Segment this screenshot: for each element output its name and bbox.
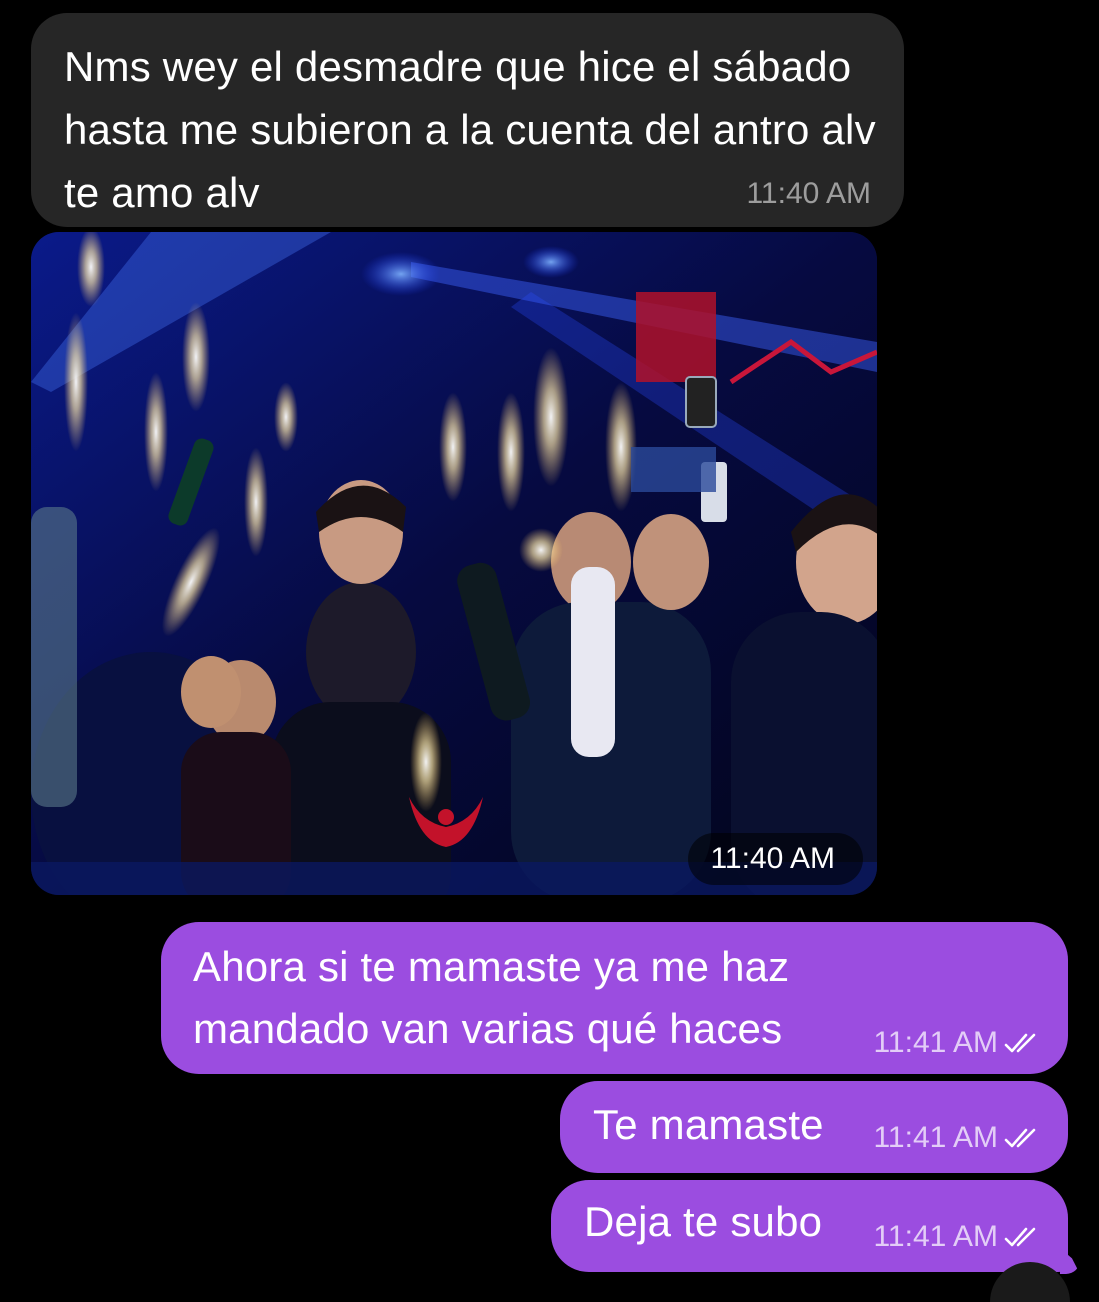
read-double-check-icon <box>1004 1033 1036 1053</box>
incoming-photo-bubble[interactable]: 11:40 AM <box>31 232 877 895</box>
club-party-photo <box>31 232 877 895</box>
message-timestamp: 11:41 AM <box>873 1121 998 1154</box>
outgoing-message-bubble[interactable]: Deja te subo 11:41 AM <box>551 1180 1068 1272</box>
outgoing-message-bubble[interactable]: Ahora si te mamaste ya me haz mandado va… <box>161 922 1068 1074</box>
message-timestamp: 11:41 AM <box>873 1220 998 1253</box>
message-text: Ahora si te mamaste ya me haz mandado va… <box>193 943 790 1052</box>
message-meta: 11:41 AM <box>873 1121 1044 1155</box>
read-double-check-icon <box>1004 1227 1036 1247</box>
message-timestamp: 11:41 AM <box>873 1026 998 1059</box>
message-text: Te mamaste <box>593 1101 824 1148</box>
message-meta: 11:41 AM <box>873 1220 1044 1254</box>
read-double-check-icon <box>1004 1128 1036 1148</box>
bubble-tail <box>1060 1248 1080 1274</box>
incoming-message-bubble[interactable]: Nms wey el desmadre que hice el sábado h… <box>31 13 904 227</box>
message-timestamp: 11:40 AM <box>746 177 871 210</box>
message-meta: 11:41 AM <box>873 1026 1044 1060</box>
outgoing-message-bubble[interactable]: Te mamaste 11:41 AM <box>560 1081 1068 1173</box>
message-text: Deja te subo <box>584 1198 823 1245</box>
photo-timestamp: 11:40 AM <box>688 833 863 885</box>
